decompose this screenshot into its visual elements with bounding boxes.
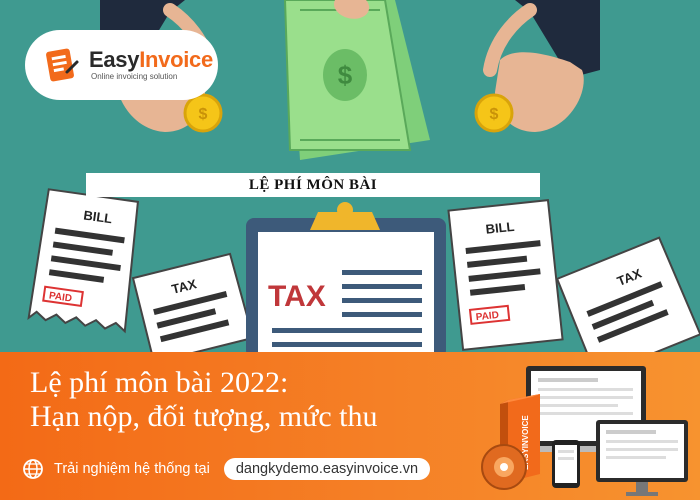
product-devices-graphic: EASYINVOICE <box>481 366 688 496</box>
logo-tagline: Online invoicing solution <box>91 72 178 81</box>
phone-device <box>552 440 580 488</box>
easyinvoice-logo: EasyInvoice Online invoicing solution <box>25 30 218 100</box>
svg-text:BILL: BILL <box>485 219 515 237</box>
banner-headline: Lệ phí môn bài 2022: Hạn nộp, đối tượng,… <box>30 366 378 434</box>
svg-text:$: $ <box>338 60 353 90</box>
globe-icon <box>23 459 43 479</box>
demo-link[interactable]: dangkydemo.easyinvoice.vn <box>223 458 431 480</box>
svg-text:$: $ <box>490 106 499 123</box>
bill-receipt-left: BILL PAID <box>27 188 140 334</box>
coin-left: $ <box>183 93 223 133</box>
svg-text:$: $ <box>199 106 208 123</box>
cta-text: Trải nghiệm hệ thống tại <box>54 461 210 477</box>
svg-text:TAX: TAX <box>268 280 326 313</box>
tax-receipt-right: TAX <box>555 236 700 352</box>
headline-line-2: Hạn nộp, đối tượng, mức thu <box>30 400 378 433</box>
headline-line-1: Lệ phí môn bài 2022: <box>30 366 289 399</box>
hero-illustration: $ $ $ BILL PAID TAX TAX BILL PAID TAX Ea… <box>0 0 700 352</box>
scene-title: LỆ PHÍ MÔN BÀI <box>86 173 540 197</box>
invoice-logo-icon <box>46 48 79 82</box>
tax-clipboard: TAX <box>246 202 446 352</box>
cta-row: Trải nghiệm hệ thống tại dangkydemo.easy… <box>22 458 431 480</box>
coin-right: $ <box>474 93 514 133</box>
cd-disc <box>481 444 527 490</box>
logo-brand: EasyInvoice <box>89 47 213 72</box>
promo-banner: Lệ phí môn bài 2022: Hạn nộp, đối tượng,… <box>0 352 700 500</box>
tax-receipt-left: TAX <box>131 252 255 352</box>
banknote-stack: $ <box>283 0 430 160</box>
bill-receipt-right: BILL PAID <box>447 199 564 351</box>
monitor-screen <box>596 420 688 496</box>
